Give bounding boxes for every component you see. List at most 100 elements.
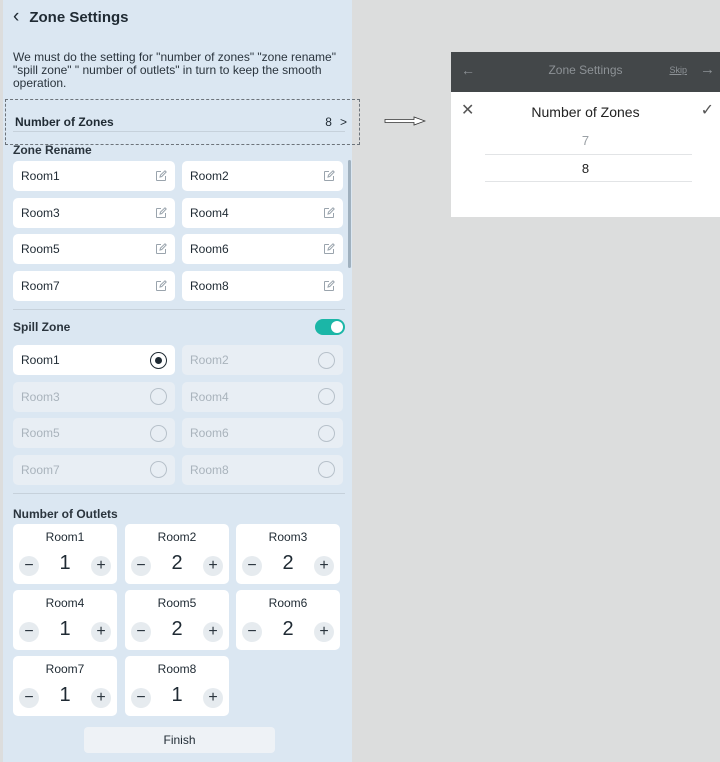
number-of-zones-value-group: 8 > xyxy=(325,115,347,129)
spill-zone-option[interactable]: Room7 xyxy=(13,454,175,485)
outlet-room-name: Room3 xyxy=(268,530,308,544)
outlet-room-name: Room4 xyxy=(45,596,85,610)
edit-icon[interactable] xyxy=(323,170,335,182)
spill-zone-title: Spill Zone xyxy=(13,320,71,334)
picker-option-selected[interactable]: 8 xyxy=(451,161,720,176)
number-of-zones-label: Number of Zones xyxy=(15,115,114,129)
outlet-card: Room1−1 + xyxy=(13,524,117,584)
picker-option[interactable]: 7 xyxy=(451,133,720,148)
edit-icon[interactable] xyxy=(155,243,167,255)
chevron-right-icon: > xyxy=(339,115,347,129)
rename-card[interactable]: Room7 xyxy=(13,270,175,301)
radio-icon[interactable] xyxy=(150,424,167,442)
radio-icon[interactable] xyxy=(318,351,335,369)
edit-icon[interactable] xyxy=(323,279,335,292)
increment-button[interactable]: + xyxy=(203,622,223,642)
rename-card[interactable]: Room3 xyxy=(13,197,175,228)
radio-icon[interactable] xyxy=(150,461,167,478)
rename-card[interactable]: Room4 xyxy=(182,197,343,228)
increment-button[interactable]: + xyxy=(314,622,334,642)
edit-icon[interactable] xyxy=(323,243,335,255)
radio-icon[interactable] xyxy=(318,424,335,442)
room-name-label: Room4 xyxy=(190,389,229,404)
radio-icon[interactable] xyxy=(318,388,335,405)
spill-zone-option[interactable]: Room4 xyxy=(182,381,343,412)
room-name-label: Room3 xyxy=(21,389,60,404)
room-name-label: Room1 xyxy=(21,353,60,367)
outlet-card: Room8−1 + xyxy=(125,656,229,716)
picker-divider xyxy=(485,154,692,155)
radio-selected-icon[interactable] xyxy=(150,351,167,369)
room-name-label: Room2 xyxy=(190,169,229,183)
toggle-knob xyxy=(331,321,343,333)
outlet-card: Room2−2 + xyxy=(125,524,229,584)
divider xyxy=(13,131,345,132)
edit-icon[interactable] xyxy=(155,206,167,219)
divider xyxy=(13,309,345,310)
outlet-card: Room5−2 + xyxy=(125,590,229,650)
room-name-label: Room7 xyxy=(21,462,60,477)
instructions-text: We must do the setting for "number of zo… xyxy=(13,50,336,90)
spill-zone-option[interactable]: Room8 xyxy=(182,454,343,485)
edit-icon[interactable] xyxy=(323,206,335,219)
outlet-room-name: Room2 xyxy=(157,530,197,544)
room-name-label: Room3 xyxy=(21,205,60,220)
outlet-room-name: Room6 xyxy=(268,596,308,610)
increment-button[interactable]: + xyxy=(203,688,223,708)
picker-divider xyxy=(485,181,692,182)
rename-card[interactable]: Room2 xyxy=(182,161,343,191)
edit-icon[interactable] xyxy=(155,170,167,182)
number-of-zones-row[interactable]: Number of Zones 8 > xyxy=(5,99,360,145)
rename-card[interactable]: Room6 xyxy=(182,234,343,264)
radio-icon[interactable] xyxy=(318,461,335,478)
outlet-card: Room3−2 + xyxy=(236,524,340,584)
picker-sheet: ✕ Number of Zones ✓ 7 8 xyxy=(451,92,720,217)
number-of-outlets-title: Number of Outlets xyxy=(13,507,118,521)
chevron-left-icon[interactable]: ‹ xyxy=(13,7,19,26)
room-name-label: Room5 xyxy=(21,242,60,256)
room-name-label: Room1 xyxy=(21,169,60,183)
increment-button[interactable]: + xyxy=(91,556,111,576)
room-name-label: Room5 xyxy=(21,426,60,440)
zone-rename-title: Zone Rename xyxy=(13,143,92,157)
check-icon[interactable]: ✓ xyxy=(701,100,714,120)
room-name-label: Room2 xyxy=(190,353,229,367)
zone-count-dialog: ← Zone Settings Skip → ✕ Number of Zones… xyxy=(451,52,720,217)
spill-zone-option[interactable]: Room2 xyxy=(182,345,343,375)
finish-button[interactable]: Finish xyxy=(84,727,275,753)
outlet-card: Room4−1 + xyxy=(13,590,117,650)
room-name-label: Room8 xyxy=(190,278,229,293)
room-name-label: Room6 xyxy=(190,242,229,256)
number-of-zones-value: 8 xyxy=(325,115,332,129)
dialog-screen-header: ← Zone Settings Skip → xyxy=(451,52,720,92)
outlet-room-name: Room1 xyxy=(45,530,85,544)
scrollbar[interactable] xyxy=(348,160,351,268)
room-name-label: Room6 xyxy=(190,426,229,440)
outlet-card: Room6−2 + xyxy=(236,590,340,650)
zone-settings-screen: ‹ Zone Settings We must do the setting f… xyxy=(3,0,360,762)
rename-card[interactable]: Room5 xyxy=(13,234,175,264)
spill-zone-toggle[interactable] xyxy=(315,319,345,335)
screen-header: ‹ Zone Settings xyxy=(13,7,129,26)
increment-button[interactable]: + xyxy=(314,556,334,576)
spill-zone-option[interactable]: Room6 xyxy=(182,418,343,448)
outlet-room-name: Room7 xyxy=(45,662,85,676)
increment-button[interactable]: + xyxy=(203,556,223,576)
rename-card[interactable]: Room8 xyxy=(182,270,343,301)
radio-icon[interactable] xyxy=(150,388,167,405)
room-name-label: Room7 xyxy=(21,278,60,293)
rename-card[interactable]: Room1 xyxy=(13,161,175,191)
room-name-label: Room8 xyxy=(190,462,229,477)
outlet-card: Room7−1 + xyxy=(13,656,117,716)
spill-zone-option[interactable]: Room5 xyxy=(13,418,175,448)
outlet-room-name: Room8 xyxy=(157,662,197,676)
forward-arrow-icon[interactable]: → xyxy=(700,61,715,78)
skip-link[interactable]: Skip xyxy=(669,65,687,75)
page-title: Zone Settings xyxy=(29,9,129,26)
spill-zone-option[interactable]: Room3 xyxy=(13,381,175,412)
arrow-right-icon xyxy=(384,116,426,126)
spill-zone-option[interactable]: Room1 xyxy=(13,345,175,375)
increment-button[interactable]: + xyxy=(91,688,111,708)
edit-icon[interactable] xyxy=(155,279,167,292)
increment-button[interactable]: + xyxy=(91,622,111,642)
